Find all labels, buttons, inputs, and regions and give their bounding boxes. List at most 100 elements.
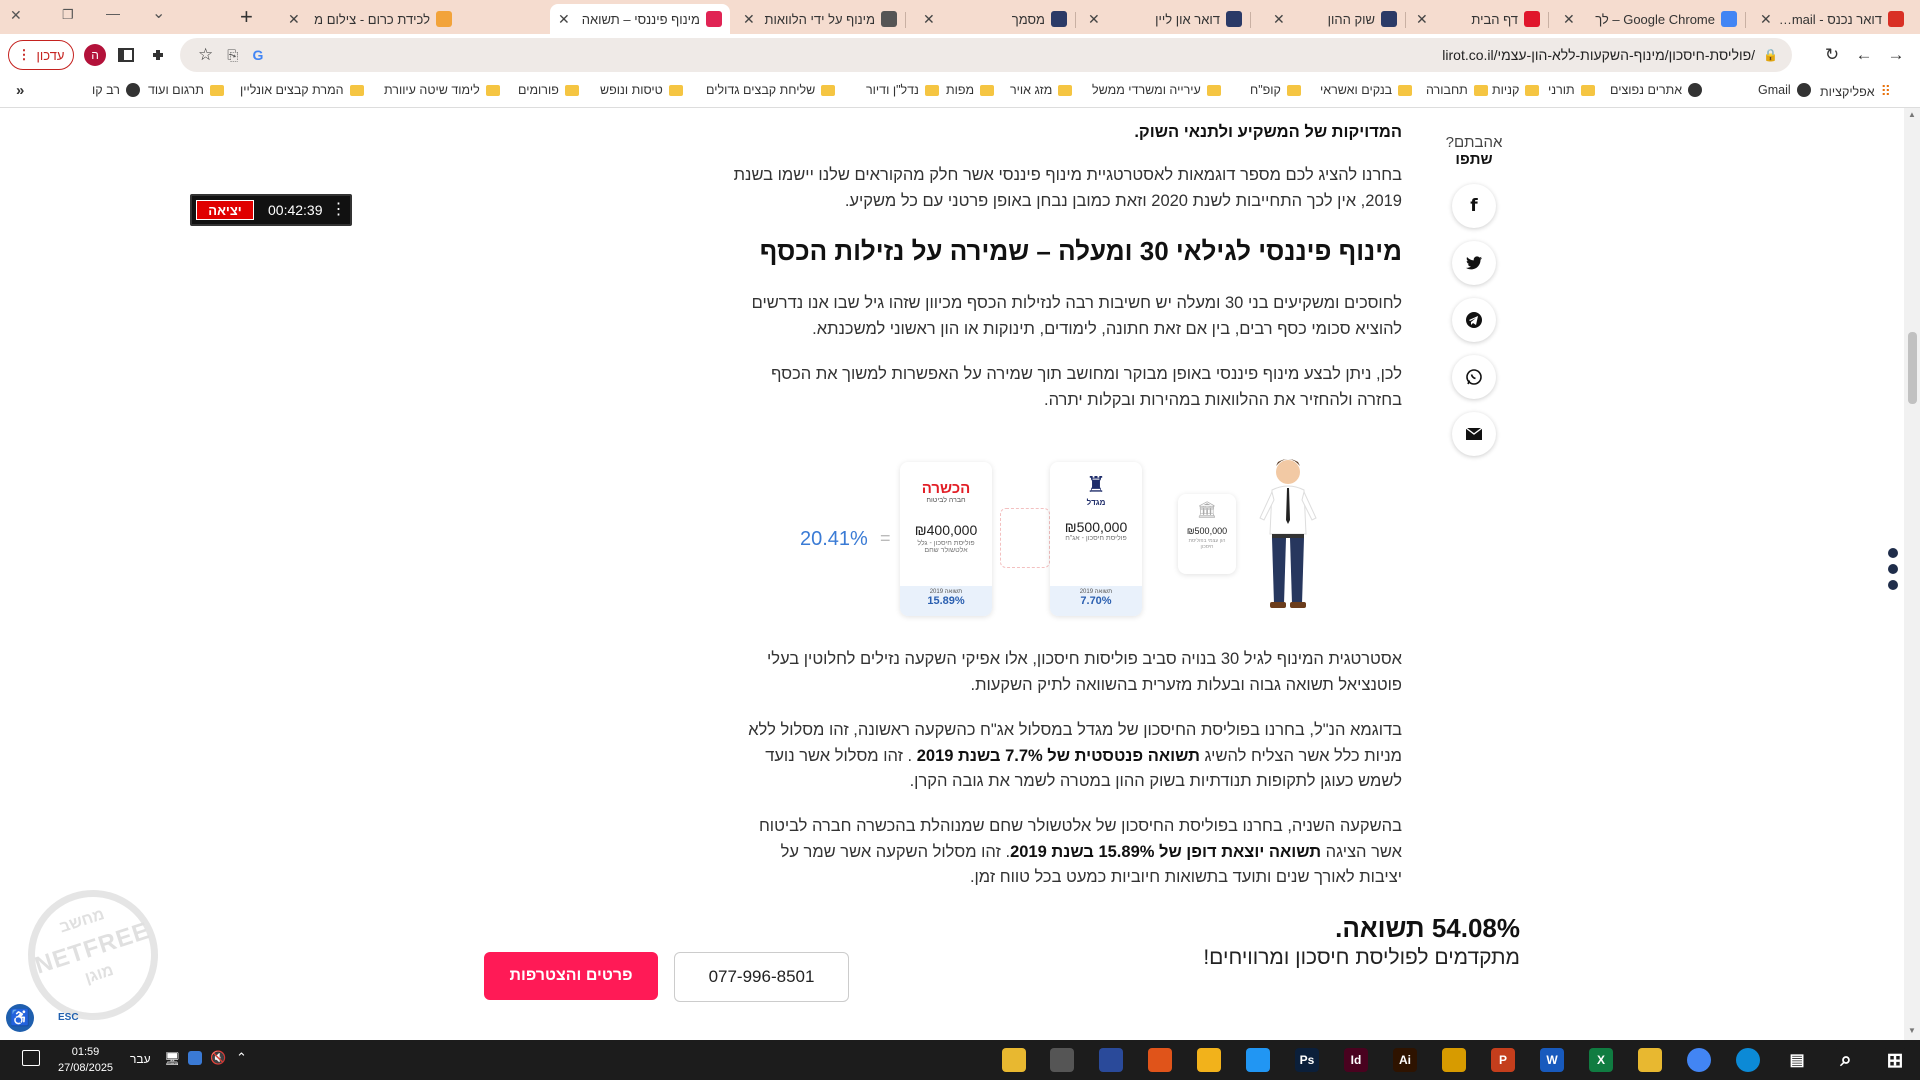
bookmark-item[interactable]: מפות — [946, 83, 995, 97]
update-button[interactable]: עדכון ⋮ — [8, 40, 74, 70]
scroll-up-arrow[interactable]: ▲ — [1908, 110, 1916, 119]
language-indicator[interactable]: עבר — [130, 1052, 151, 1066]
bookmark-item[interactable]: עירייה ומשרדי ממשל — [1092, 83, 1221, 97]
profile-avatar[interactable]: ה — [84, 44, 106, 66]
calculator-taskbar-icon[interactable] — [1050, 1048, 1074, 1072]
shield-tray-icon[interactable] — [188, 1051, 202, 1065]
scrollbar-thumb[interactable] — [1908, 332, 1917, 404]
bookmark-item[interactable]: תרגום ועוד — [148, 83, 224, 97]
taskview-taskbar-icon[interactable]: ▤ — [1785, 1048, 1809, 1072]
minimize-window-button[interactable]: — — [106, 5, 120, 21]
network-icon[interactable]: 🖥 — [164, 1051, 181, 1067]
tray-expand-icon[interactable]: ⌃ — [236, 1050, 247, 1066]
bookmark-label: בנקים ואשראי — [1320, 83, 1393, 97]
bookmark-item[interactable]: ⠿ אפליקציות — [1820, 83, 1891, 100]
bookmark-item[interactable]: לימוד שיטה עיוורת — [384, 83, 500, 97]
indesign-taskbar-icon[interactable]: Id — [1344, 1048, 1368, 1072]
close-window-button[interactable]: ✕ — [10, 7, 22, 24]
maps-taskbar-icon[interactable] — [1148, 1048, 1172, 1072]
scroll-down-arrow[interactable]: ▼ — [1908, 1026, 1916, 1035]
photoshop-taskbar-icon[interactable]: Ps — [1295, 1048, 1319, 1072]
bookmark-item[interactable]: רב קו — [92, 83, 140, 97]
share-facebook-button[interactable]: f — [1452, 184, 1496, 228]
tab-2[interactable]: דף הבית ✕ — [1408, 4, 1548, 34]
tab-search-button[interactable]: ⌄ — [152, 3, 165, 23]
bookmark-item[interactable]: מזג אויר — [1010, 83, 1073, 97]
tab-4[interactable]: דואר און ליין ✕ — [1080, 4, 1250, 34]
forward-icon[interactable]: → — [1886, 45, 1906, 65]
join-button[interactable]: פרטים והצטרפות — [484, 952, 658, 1000]
tab-close-icon[interactable]: ✕ — [743, 11, 755, 28]
notification-icon[interactable] — [22, 1050, 40, 1066]
files-taskbar-icon[interactable] — [1638, 1048, 1662, 1072]
tab-close-icon[interactable]: ✕ — [1416, 11, 1428, 28]
bookmark-item[interactable]: Gmail — [1758, 83, 1811, 97]
chrome-taskbar-icon[interactable] — [1687, 1048, 1711, 1072]
tab-close-icon[interactable]: ✕ — [1563, 11, 1575, 28]
extensions-icon[interactable] — [148, 45, 168, 65]
bookmark-item[interactable]: שליחת קבצים גדולים — [706, 83, 836, 97]
excel-taskbar-icon[interactable]: X — [1589, 1048, 1613, 1072]
clock[interactable]: 01:59 27/08/2025 — [58, 1044, 113, 1076]
tab-close-icon[interactable]: ✕ — [558, 11, 570, 28]
bookmark-item[interactable]: המרת קבצים אונליין — [240, 83, 364, 97]
restore-window-button[interactable]: ❐ — [62, 7, 74, 23]
edge-taskbar-icon[interactable] — [1736, 1048, 1760, 1072]
powerpoint-taskbar-icon[interactable]: P — [1491, 1048, 1515, 1072]
bookmark-item[interactable]: קופ"ח — [1250, 83, 1301, 97]
word-taskbar-icon[interactable]: W — [1540, 1048, 1564, 1072]
paragraph-intro: בחרנו להציג לכם מספר דוגמאות לאסטרטגיית … — [733, 166, 1402, 210]
tab-5[interactable]: מסמך ✕ — [915, 4, 1075, 34]
hachshara-desc: פוליסת חיסכון - גלל אלטשולר שחם — [917, 540, 975, 554]
start-taskbar-icon[interactable]: ⊞ — [1883, 1048, 1907, 1072]
volume-muted-icon[interactable]: 🔇 — [210, 1050, 226, 1066]
tab-close-icon[interactable]: ✕ — [1088, 11, 1100, 28]
tab-close-icon[interactable]: ✕ — [288, 11, 300, 28]
bookmark-item[interactable]: טיסות ונופש — [600, 83, 683, 97]
tab-3[interactable]: שוק ההון ✕ — [1265, 4, 1405, 34]
timer-drag-handle[interactable]: ⋮ — [331, 202, 347, 218]
address-bar[interactable]: 🔒 lirot.co.il/פוליסת-חיסכון/מינוף-השקעות… — [180, 38, 1792, 72]
sidebar-icon[interactable] — [116, 45, 136, 65]
illustrator-taskbar-icon[interactable]: Ai — [1393, 1048, 1417, 1072]
tab-6[interactable]: מינוף על ידי הלוואות ✕ — [735, 4, 905, 34]
accessibility-icon[interactable]: ♿ — [6, 1004, 34, 1032]
exit-button[interactable]: יציאה — [196, 200, 254, 220]
app-taskbar-icon[interactable] — [1099, 1048, 1123, 1072]
search-taskbar-icon[interactable]: ⌕ — [1834, 1048, 1858, 1072]
bookmarks-more-button[interactable]: » — [16, 82, 24, 99]
folder-icon — [209, 84, 224, 96]
bookmark-item[interactable]: פורומים — [518, 83, 579, 97]
bookmark-item[interactable]: תחבורה — [1426, 83, 1488, 97]
side-dots-menu[interactable] — [1888, 548, 1898, 590]
folder-icon — [980, 84, 995, 96]
share-email-button[interactable] — [1452, 412, 1496, 456]
share-whatsapp-button[interactable] — [1452, 355, 1496, 399]
share-telegram-button[interactable] — [1452, 298, 1496, 342]
bookmark-label: טיסות ונופש — [600, 83, 663, 97]
share-twitter-button[interactable] — [1452, 241, 1496, 285]
bookmark-item[interactable]: בנקים ואשראי — [1320, 83, 1413, 97]
tab-8[interactable]: לכידת כרום - צילום מ ✕ — [280, 4, 460, 34]
share-page-icon[interactable]: ⎘ — [227, 47, 238, 64]
phone-button[interactable]: 077-996-8501 — [674, 952, 849, 1002]
bookmark-star-icon[interactable]: ☆ — [198, 45, 213, 65]
app2-taskbar-icon[interactable] — [1197, 1048, 1221, 1072]
tab-0[interactable]: דואר נכנס - Gmail ‏om✕ — [1752, 4, 1912, 34]
tab-close-icon[interactable]: ✕ — [923, 11, 935, 28]
explorer-taskbar-icon[interactable] — [1002, 1048, 1026, 1072]
tab-7[interactable]: מינוף פיננסי – תשואה ✕ — [550, 4, 730, 34]
bookmark-item[interactable]: אתרים נפוצים — [1610, 83, 1703, 97]
bookmark-item[interactable]: קניות — [1492, 83, 1540, 97]
app3-taskbar-icon[interactable] — [1442, 1048, 1466, 1072]
tab-close-icon[interactable]: ✕ — [1273, 11, 1285, 28]
tab-1[interactable]: Google Chrome – לך ✕ — [1555, 4, 1745, 34]
tab-close-icon[interactable]: ✕ — [1760, 11, 1772, 28]
snip-taskbar-icon[interactable] — [1246, 1048, 1270, 1072]
bookmark-item[interactable]: תורני — [1548, 83, 1595, 97]
reload-icon[interactable]: ↻ — [1822, 45, 1842, 65]
back-icon[interactable]: ← — [1854, 45, 1874, 65]
scrollbar[interactable]: ▲ ▼ — [1904, 108, 1920, 1040]
bookmark-item[interactable]: נדל"ן ודיור — [866, 83, 939, 97]
new-tab-button[interactable]: + — [240, 4, 253, 30]
